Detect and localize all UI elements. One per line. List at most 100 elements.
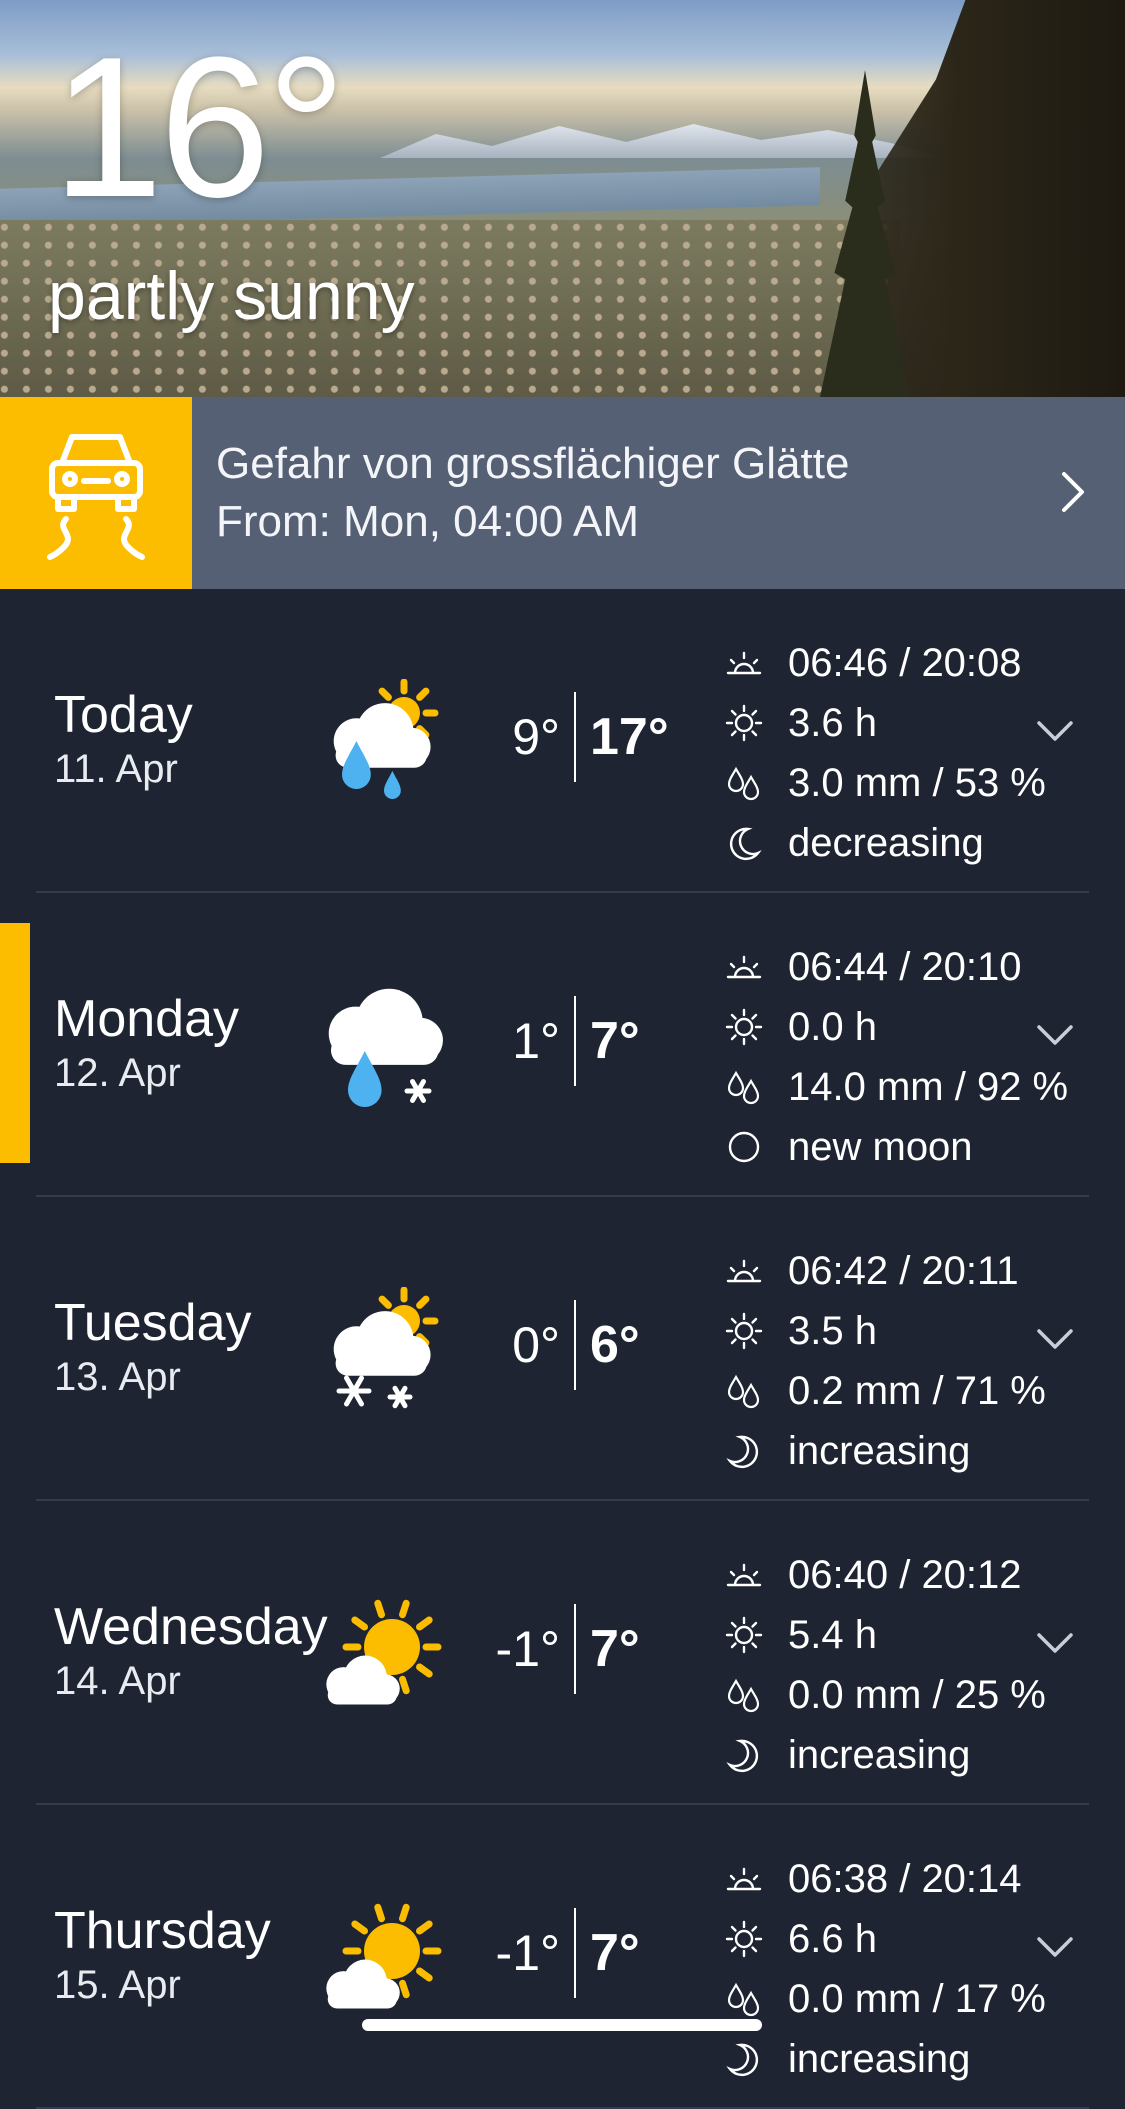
- sunrise-sunset-value: 06:38 / 20:14: [788, 1856, 1022, 1901]
- min-temperature: 9°: [512, 709, 560, 765]
- forecast-list: Today 11. Apr 9° 17° 06:46 / 20:08 3.6 h…: [0, 589, 1125, 2109]
- current-temperature: 16°: [52, 16, 346, 239]
- max-temperature: 7°: [590, 1924, 640, 1982]
- precipitation-row: 0.0 mm / 25 %: [724, 1665, 1046, 1725]
- moon-row: decreasing: [724, 813, 1046, 873]
- sunrise-icon: [726, 955, 762, 979]
- moon-phase-value: decreasing: [788, 820, 984, 865]
- forecast-day-row[interactable]: Wednesday 14. Apr -1° 7° 06:40 / 20:12 5…: [0, 1501, 1125, 1805]
- moon-phase-value: increasing: [788, 1732, 971, 1777]
- home-indicator[interactable]: [362, 2019, 762, 2031]
- sunrise-sunset-value: 06:42 / 20:11: [788, 1248, 1019, 1293]
- sunrise-icon: [726, 1259, 762, 1283]
- moon-row: increasing: [724, 1725, 1046, 1785]
- day-date: 12. Apr: [54, 1051, 181, 1095]
- temperature-range: -1° 7°: [490, 1907, 640, 1999]
- hero-webcam-image[interactable]: 16° partly sunny: [0, 0, 1125, 397]
- sun-icon: [725, 1312, 763, 1350]
- mostly-sunny-icon: [326, 1903, 442, 2009]
- selected-day-marker: [0, 923, 30, 1163]
- chevron-right-icon[interactable]: [1059, 469, 1087, 515]
- sunshine-row: 3.6 h: [724, 693, 1046, 753]
- waxing-moon-icon: [726, 2043, 759, 2077]
- sunrise-sunset-value: 06:44 / 20:10: [788, 944, 1022, 989]
- raindrops-icon: [727, 766, 760, 801]
- sun-icon: [725, 1920, 763, 1958]
- sun-cloud-snow-icon: [333, 1287, 439, 1409]
- forecast-day-row[interactable]: Monday 12. Apr 1° 7° 06:44 / 20:10 0.0 h…: [0, 893, 1125, 1197]
- sun-icon: [725, 704, 763, 742]
- day-name: Monday: [54, 990, 239, 1048]
- sunrise-sunset-row: 06:46 / 20:08: [724, 633, 1046, 693]
- mostly-sunny-icon: [326, 1599, 442, 1705]
- sunshine-value: 5.4 h: [788, 1612, 877, 1657]
- weather-warning-banner[interactable]: Gefahr von grossflächiger Glätte From: M…: [0, 397, 1125, 589]
- precipitation-row: 3.0 mm / 53 %: [724, 753, 1046, 813]
- temperature-range: 0° 6°: [490, 1299, 640, 1391]
- forecast-day-row[interactable]: Today 11. Apr 9° 17° 06:46 / 20:08 3.6 h…: [0, 589, 1125, 893]
- precipitation-value: 14.0 mm / 92 %: [788, 1064, 1069, 1109]
- sunshine-row: 6.6 h: [724, 1909, 1046, 1969]
- sun-icon: [725, 1616, 763, 1654]
- forecast-day-row[interactable]: Thursday 15. Apr -1° 7° 06:38 / 20:14 6.…: [0, 1805, 1125, 2109]
- min-temperature: 1°: [512, 1013, 560, 1069]
- current-condition: partly sunny: [48, 258, 415, 334]
- day-name: Tuesday: [54, 1294, 252, 1352]
- chevron-down-icon[interactable]: [1035, 1935, 1075, 1959]
- max-temperature: 6°: [590, 1316, 640, 1374]
- max-temperature: 7°: [590, 1620, 640, 1678]
- sunshine-value: 3.6 h: [788, 700, 877, 745]
- raindrops-icon: [727, 1070, 760, 1105]
- chevron-down-icon[interactable]: [1035, 1631, 1075, 1655]
- sunshine-row: 0.0 h: [724, 997, 1068, 1057]
- sunshine-row: 5.4 h: [724, 1605, 1046, 1665]
- raindrops-icon: [727, 1982, 760, 2017]
- forecast-day-row[interactable]: Tuesday 13. Apr 0° 6° 06:42 / 20:11 3.5 …: [0, 1197, 1125, 1501]
- min-temperature: -1°: [495, 1621, 560, 1677]
- moon-phase-value: increasing: [788, 2036, 971, 2081]
- sunrise-icon: [726, 1563, 762, 1587]
- chevron-down-icon[interactable]: [1035, 1327, 1075, 1351]
- sunshine-value: 6.6 h: [788, 1916, 877, 1961]
- day-date: 14. Apr: [54, 1659, 181, 1703]
- day-name: Thursday: [54, 1902, 271, 1960]
- temperature-range: 1° 7°: [490, 995, 640, 1087]
- waning-moon-icon: [729, 827, 762, 861]
- precipitation-row: 0.2 mm / 71 %: [724, 1361, 1046, 1421]
- sunshine-value: 0.0 h: [788, 1004, 877, 1049]
- sun-icon: [725, 1008, 763, 1046]
- sun-cloud-rain-icon: [333, 679, 439, 799]
- sunrise-sunset-value: 06:46 / 20:08: [788, 640, 1022, 685]
- moon-phase-value: new moon: [788, 1124, 973, 1169]
- sunrise-icon: [726, 1867, 762, 1891]
- day-date: 15. Apr: [54, 1963, 181, 2007]
- sunrise-sunset-row: 06:38 / 20:14: [724, 1849, 1046, 1909]
- sunshine-value: 3.5 h: [788, 1308, 877, 1353]
- chevron-down-icon[interactable]: [1035, 719, 1075, 743]
- slippery-road-car-icon: [47, 434, 145, 560]
- day-name: Wednesday: [54, 1598, 328, 1656]
- precipitation-value: 3.0 mm / 53 %: [788, 760, 1046, 805]
- day-date: 13. Apr: [54, 1355, 181, 1399]
- cloud-rain-snow-icon: [328, 988, 443, 1107]
- waxing-moon-icon: [726, 1739, 759, 1773]
- day-details: 06:38 / 20:14 6.6 h 0.0 mm / 17 % increa…: [724, 1849, 1046, 2089]
- warning-icon-box: [0, 397, 192, 589]
- sunrise-sunset-row: 06:42 / 20:11: [724, 1241, 1046, 1301]
- moon-phase-value: increasing: [788, 1428, 971, 1473]
- precipitation-row: 14.0 mm / 92 %: [724, 1057, 1068, 1117]
- precipitation-value: 0.0 mm / 25 %: [788, 1672, 1046, 1717]
- temperature-range: 9° 17°: [490, 691, 669, 783]
- day-date: 11. Apr: [54, 747, 178, 791]
- moon-row: increasing: [724, 2029, 1046, 2089]
- max-temperature: 7°: [590, 1012, 640, 1070]
- sunshine-row: 3.5 h: [724, 1301, 1046, 1361]
- moon-row: increasing: [724, 1421, 1046, 1481]
- raindrops-icon: [727, 1374, 760, 1409]
- raindrops-icon: [727, 1678, 760, 1713]
- warning-title: Gefahr von grossflächiger Glätte: [216, 439, 850, 488]
- precipitation-value: 0.2 mm / 71 %: [788, 1368, 1046, 1413]
- chevron-down-icon[interactable]: [1035, 1023, 1075, 1047]
- warning-from: From: Mon, 04:00 AM: [216, 497, 640, 546]
- precipitation-value: 0.0 mm / 17 %: [788, 1976, 1046, 2021]
